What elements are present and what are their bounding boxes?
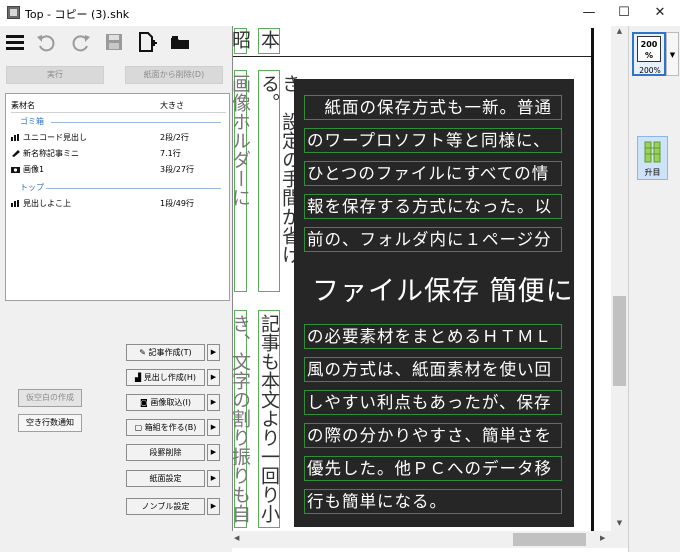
chart-icon: ▟ [135, 373, 144, 382]
item-size: 7.1行 [160, 149, 181, 158]
grid-mode-button[interactable]: 升目 [637, 136, 668, 180]
item-size: 1段/49行 [160, 199, 194, 208]
group-top[interactable]: トップ [20, 182, 44, 193]
list-item[interactable]: 画像1 [11, 164, 44, 175]
vertical-scroll-thumb[interactable] [613, 296, 626, 386]
item-name: ユニコード見出し [23, 133, 87, 142]
zoom-dropdown[interactable]: ▼ [666, 32, 679, 76]
article-line: のワープロソフト等と同様に、 [304, 128, 562, 153]
article-panel[interactable]: 紙面の保存方式も一新。普通 のワープロソフト等と同様に、 ひとつのファイルにすべ… [294, 79, 574, 527]
page-border [591, 28, 594, 531]
article-line: の必要素材をまとめるＨＴＭＬ [304, 324, 562, 349]
materials-list[interactable]: 素材名 大きさ ゴミ箱 ユニコード見出し 2段/2行 新名称記事ミニ 7.1行 … [5, 93, 230, 301]
vertical-scrollbar[interactable] [611, 26, 628, 531]
nombre-settings-dropdown[interactable]: ▶ [207, 498, 220, 515]
page-rule [233, 56, 593, 57]
write-heading-button[interactable]: ▟ 見出し作成(H) [126, 369, 205, 386]
item-size: 3段/27行 [160, 165, 194, 174]
camera-icon: ◙ [140, 398, 151, 407]
pencil-icon [11, 150, 20, 157]
list-item[interactable]: 新名称記事ミニ [11, 148, 79, 159]
article-line: ひとつのファイルにすべての情 [304, 161, 562, 186]
box-icon: ▢ [134, 423, 145, 432]
write-heading-label: 見出し作成(H) [143, 373, 196, 382]
undo-icon[interactable] [35, 31, 57, 53]
group-trash[interactable]: ゴミ箱 [20, 116, 44, 127]
group-divider [46, 188, 221, 189]
create-placeholder-button[interactable]: 仮空白の作成 [18, 389, 82, 407]
scroll-right-icon[interactable]: ▶ [600, 534, 605, 542]
scroll-up-icon[interactable]: ▲ [613, 27, 626, 35]
item-name: 画像1 [23, 165, 45, 174]
horizontal-scroll-thumb[interactable] [513, 533, 586, 546]
camera-icon [11, 166, 20, 173]
title-bar: Top - コピー (3).shk — ☐ ✕ [0, 0, 680, 26]
import-image-label: 画像取込(I) [150, 398, 191, 407]
write-article-label: 記事作成(T) [148, 348, 192, 357]
page-settings-button[interactable]: 紙面設定 [126, 470, 205, 487]
write-article-dropdown[interactable]: ▶ [207, 344, 220, 361]
grid-icon [643, 140, 663, 167]
article-line: 優先した。他ＰＣへのデータ移 [304, 456, 562, 481]
header-divider [11, 112, 226, 113]
save-icon[interactable] [103, 31, 125, 53]
delete-from-page-button[interactable]: 紙面から削除(D) [125, 66, 223, 84]
close-button[interactable]: ✕ [642, 0, 678, 26]
article-line: 前の、フォルダ内に１ページ分 [304, 227, 562, 252]
item-size: 2段/2行 [160, 133, 189, 142]
vertical-text: き、文字の割り振りも自 [232, 314, 251, 523]
maximize-button[interactable]: ☐ [606, 0, 642, 26]
article-line: 報を保存する方式になった。以 [304, 194, 562, 219]
make-box-label: 箱組を作る(B) [144, 423, 197, 432]
window-title: Top - コピー (3).shk [25, 8, 130, 21]
menu-icon[interactable] [4, 31, 26, 53]
column-header-size[interactable]: 大きさ [160, 100, 184, 111]
nombre-settings-button[interactable]: ノンブル設定 [126, 498, 205, 515]
pencil-icon: ✎ [139, 348, 149, 357]
chart-icon [11, 134, 20, 141]
article-heading: ファイル保存 簡便に [312, 276, 574, 307]
notify-blank-lines-button[interactable]: 空き行数通知 [18, 414, 82, 432]
chart-icon [11, 200, 20, 207]
zoom-icon: 200 % [637, 36, 661, 62]
delete-column-dropdown[interactable]: ▶ [207, 444, 220, 461]
column-header-name[interactable]: 素材名 [11, 100, 35, 111]
item-name: 見出しよこ上 [23, 199, 71, 208]
page-canvas[interactable]: 昭 本 画像ホルダーに き、設定の手間が省ける。 き、文字の割り振りも自 記事も… [232, 26, 628, 531]
vertical-text: 画像ホルダーに [232, 74, 251, 207]
make-box-dropdown[interactable]: ▶ [207, 419, 220, 436]
article-line: 風の方式は、紙面素材を使い回 [304, 357, 562, 382]
item-name: 新名称記事ミニ [23, 149, 79, 158]
redo-icon[interactable] [70, 31, 92, 53]
import-image-button[interactable]: ◙ 画像取込(I) [126, 394, 205, 411]
list-item[interactable]: 見出しよこ上 [11, 198, 71, 209]
vertical-text: 昭 [232, 30, 251, 49]
import-image-dropdown[interactable]: ▶ [207, 394, 220, 411]
minimize-button[interactable]: — [571, 0, 607, 26]
article-line: 行も簡単になる。 [304, 489, 562, 514]
write-heading-dropdown[interactable]: ▶ [207, 369, 220, 386]
list-item[interactable]: ユニコード見出し [11, 132, 87, 143]
new-file-icon[interactable] [136, 31, 158, 53]
group-divider [51, 122, 221, 123]
make-box-button[interactable]: ▢ 箱組を作る(B) [126, 419, 205, 436]
vertical-text: 本 [258, 30, 280, 49]
app-icon [7, 6, 20, 19]
page-settings-dropdown[interactable]: ▶ [207, 470, 220, 487]
run-button[interactable]: 実行 [6, 66, 104, 84]
delete-column-button[interactable]: 段罫削除 [126, 444, 205, 461]
scroll-left-icon[interactable]: ◀ [234, 534, 239, 542]
folder-icon[interactable] [169, 31, 191, 53]
right-panel [628, 26, 680, 552]
write-article-button[interactable]: ✎ 記事作成(T) [126, 344, 205, 361]
vertical-text: 記事も本文より一回り小 [258, 314, 280, 523]
article-line: しやすい利点もあったが、保存 [304, 390, 562, 415]
zoom-label: 200% [639, 66, 661, 75]
grid-mode-label: 升目 [644, 168, 661, 177]
scroll-down-icon[interactable]: ▼ [613, 519, 626, 527]
article-line: 紙面の保存方式も一新。普通 [304, 95, 562, 120]
article-line: の際の分かりやすさ、簡単さを [304, 423, 562, 448]
